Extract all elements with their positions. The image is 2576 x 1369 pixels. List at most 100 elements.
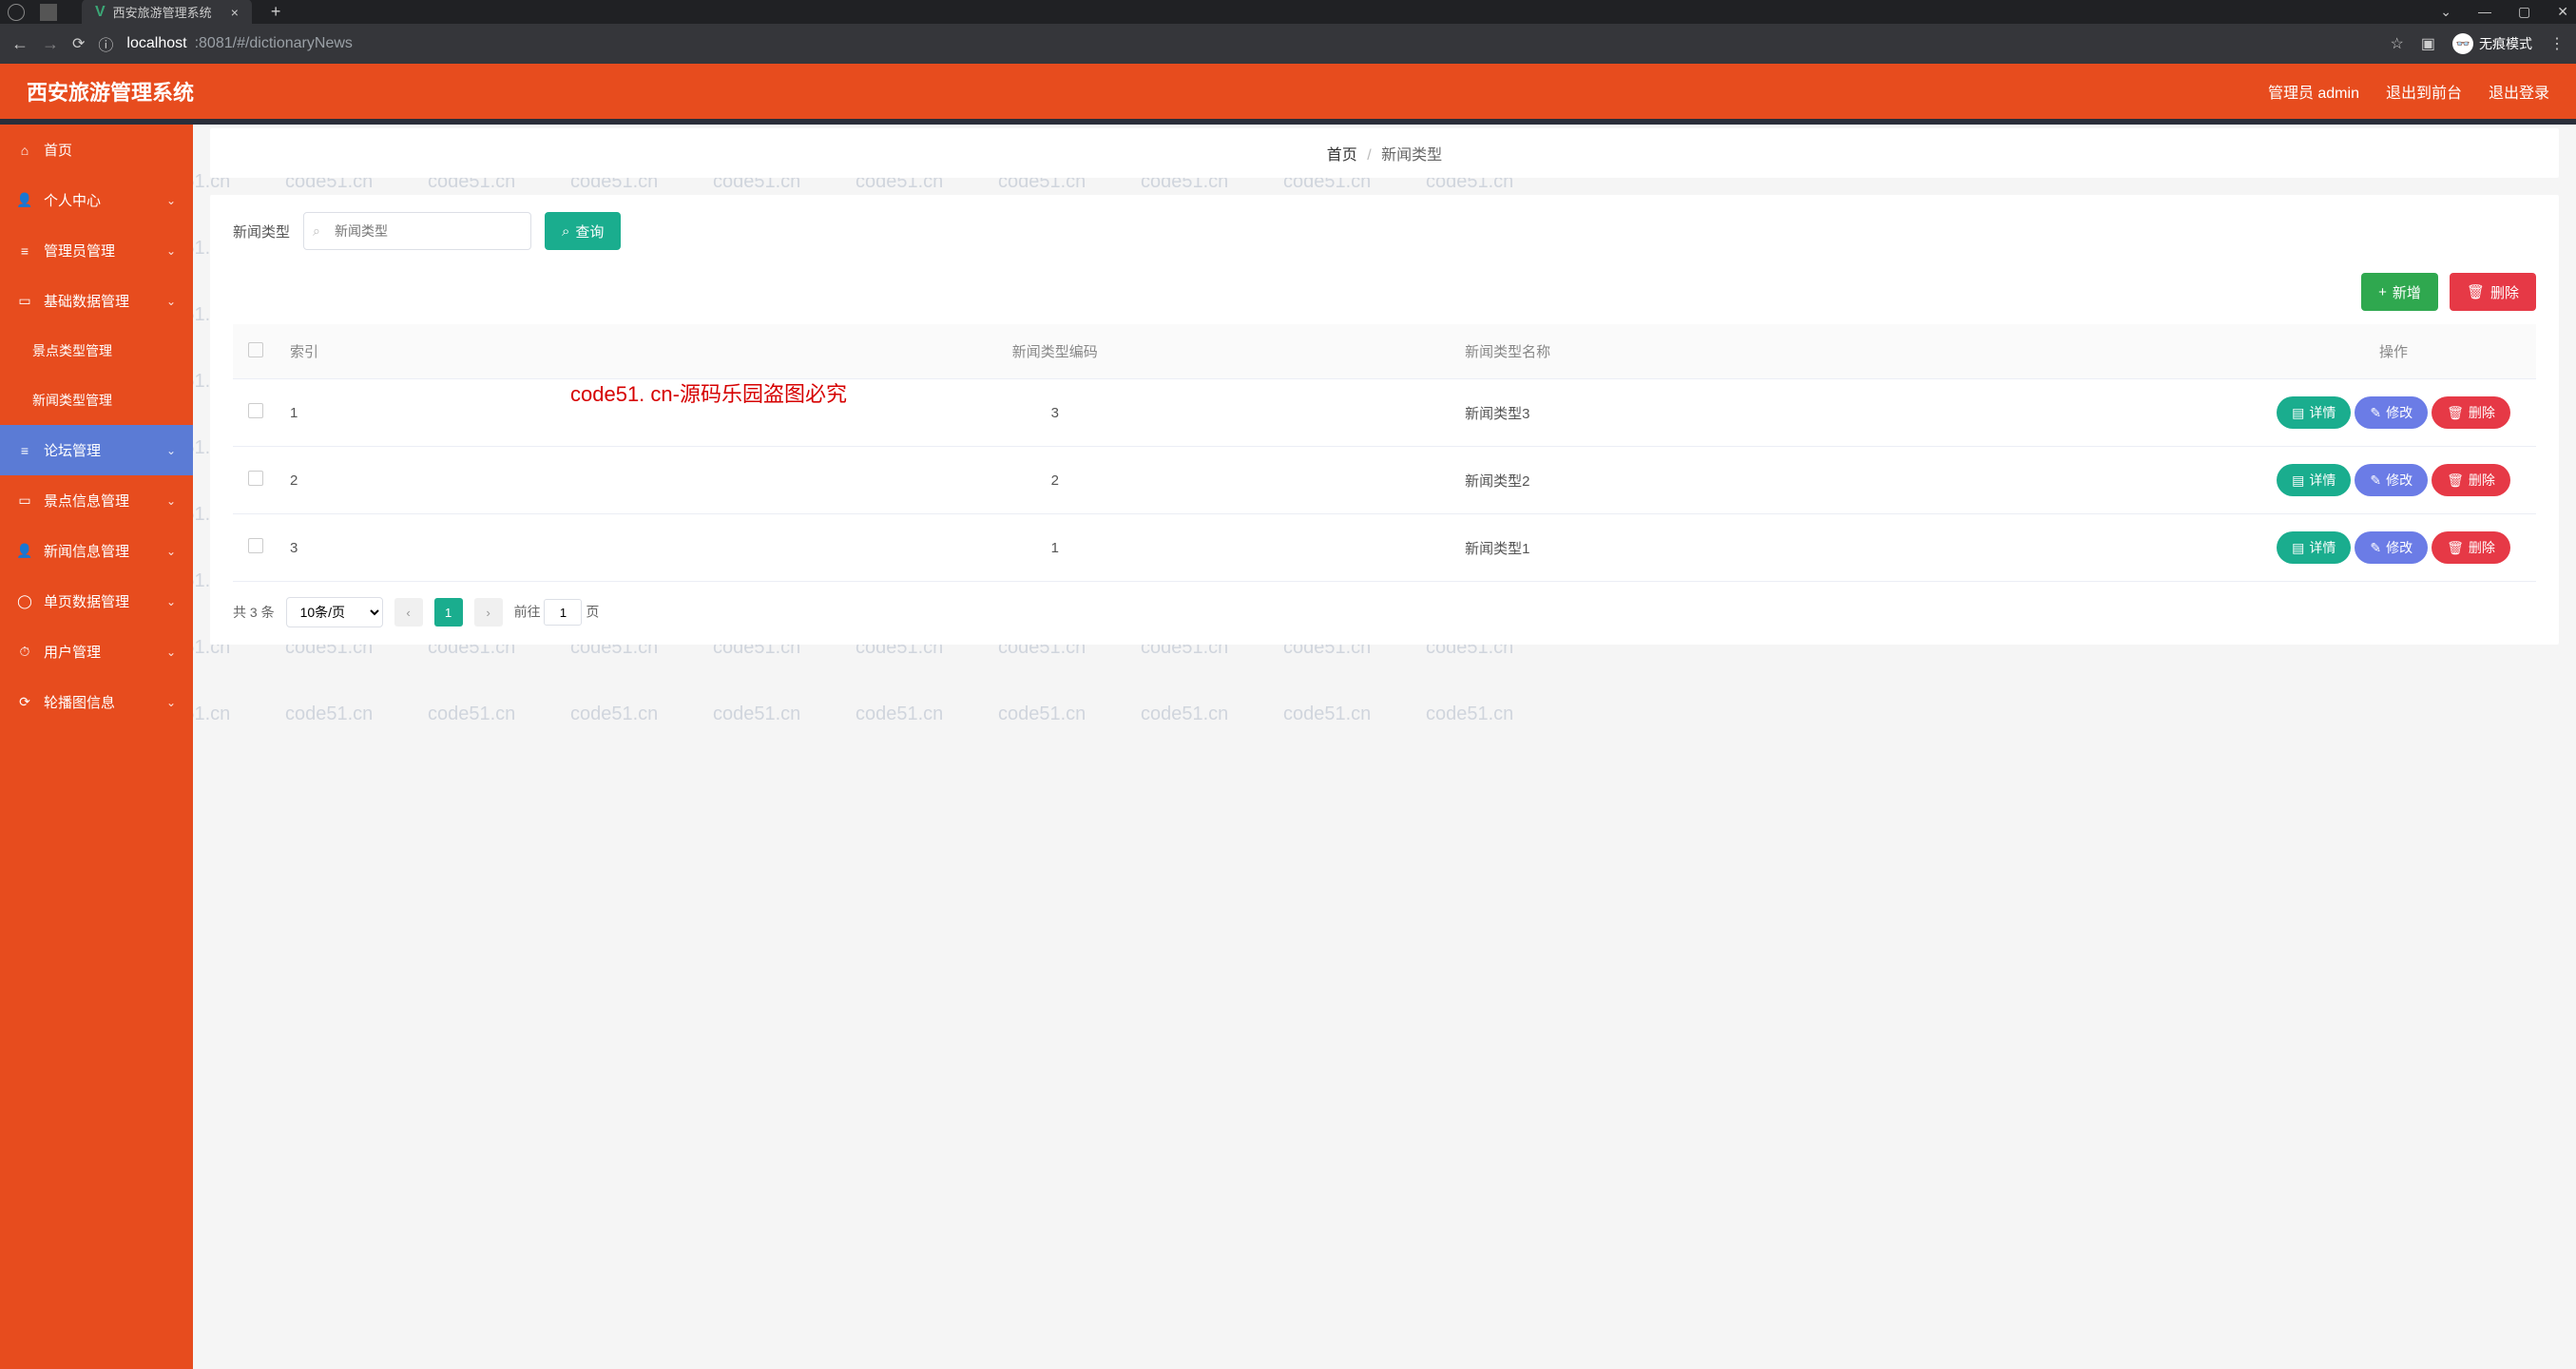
active-tab[interactable]: V 西安旅游管理系统 ×	[82, 0, 252, 25]
sidebar-sub-item[interactable]: 景点类型管理	[0, 326, 193, 376]
cell-index: 1	[279, 379, 656, 447]
site-info-icon[interactable]: ⓘ	[98, 32, 113, 55]
sidebar-item[interactable]: ⌂ 首页	[0, 125, 193, 175]
row-delete-button[interactable]: 🗑 删除	[2432, 464, 2510, 496]
chevron-down-icon: ⌄	[166, 444, 176, 457]
tab-title: 西安旅游管理系统	[113, 3, 212, 21]
reload-icon[interactable]: ⟳	[72, 34, 85, 53]
pager-goto-input[interactable]	[544, 599, 582, 626]
sidebar-item[interactable]: ▭景点信息管理⌄	[0, 475, 193, 526]
close-tab-icon[interactable]: ×	[231, 5, 239, 20]
row-detail-button[interactable]: ▤ 详情	[2277, 396, 2351, 429]
chevron-down-icon: ⌄	[166, 494, 176, 508]
window-close-icon[interactable]: ✕	[2557, 4, 2568, 20]
pager-next-button[interactable]: ›	[474, 598, 503, 627]
search-label: 新闻类型	[233, 222, 290, 241]
sidebar-item-label: 单页数据管理	[44, 591, 129, 611]
query-button[interactable]: ⌕ 查询	[545, 212, 621, 250]
address-bar: ← → ⟳ ⓘ localhost:8081/#/dictionaryNews …	[0, 24, 2576, 64]
url-box[interactable]: localhost:8081/#/dictionaryNews	[126, 35, 2376, 52]
table-row: 22新闻类型2▤ 详情✎ 修改🗑 删除	[233, 447, 2536, 514]
menu-icon: ⌂	[17, 143, 32, 158]
row-checkbox[interactable]	[248, 471, 263, 486]
menu-icon: ▭	[17, 294, 32, 309]
add-button[interactable]: + 新增	[2361, 273, 2438, 311]
pager-prev-button[interactable]: ‹	[394, 598, 423, 627]
select-all-checkbox[interactable]	[248, 342, 263, 357]
sidebar-item[interactable]: 👤个人中心⌄	[0, 175, 193, 225]
cell-index: 2	[279, 447, 656, 514]
sidebar-item-label: 新闻信息管理	[44, 541, 129, 561]
chevron-down-icon: ⌄	[166, 646, 176, 659]
sidebar: ⌂ 首页 👤个人中心⌄≡管理员管理⌄ ▭ 基础数据管理 ⌄ 景点类型管理新闻类型管理 ≡ 论坛管…	[0, 125, 193, 1369]
incognito-label: 无痕模式	[2479, 34, 2532, 53]
col-code: 新闻类型编码	[656, 324, 1453, 379]
pager-page-1[interactable]: 1	[434, 598, 463, 627]
kebab-menu-icon[interactable]: ⋮	[2549, 34, 2565, 53]
row-detail-button[interactable]: ▤ 详情	[2277, 531, 2351, 564]
logout-link[interactable]: 退出登录	[2489, 80, 2549, 103]
back-icon[interactable]: ←	[11, 34, 29, 54]
search-row: 新闻类型 ⌕ ⌕ 查询	[233, 212, 2536, 250]
sidebar-sub-item[interactable]: 新闻类型管理	[0, 376, 193, 425]
row-delete-button[interactable]: 🗑 删除	[2432, 396, 2510, 429]
page-size-select[interactable]: 10条/页	[286, 597, 383, 627]
sidebar-item[interactable]: ⟳轮播图信息⌄	[0, 677, 193, 727]
row-checkbox[interactable]	[248, 403, 263, 418]
table-row: 31新闻类型1▤ 详情✎ 修改🗑 删除	[233, 514, 2536, 582]
new-tab-icon[interactable]: +	[271, 2, 281, 22]
search-input[interactable]	[303, 212, 531, 250]
current-user[interactable]: 管理员 admin	[2268, 80, 2359, 103]
row-checkbox[interactable]	[248, 538, 263, 553]
url-host: localhost	[126, 35, 186, 52]
bulk-delete-label: 删除	[2490, 282, 2519, 302]
sidebar-item-label: 轮播图信息	[44, 692, 115, 712]
sidebar-sub-label: 新闻类型管理	[32, 391, 112, 410]
sidebar-item-label: 管理员管理	[44, 241, 115, 260]
menu-icon: ⏱	[17, 645, 32, 660]
sidebar-item-label: 首页	[44, 140, 72, 160]
browser-tab-strip: V 西安旅游管理系统 × + ⌄ — ▢ ✕	[0, 0, 2576, 24]
trash-icon: 🗑	[2467, 283, 2485, 300]
sidebar-item[interactable]: ▭基础数据管理⌄	[0, 276, 193, 326]
logout-to-front-link[interactable]: 退出到前台	[2386, 80, 2462, 103]
cell-ops: ▤ 详情✎ 修改🗑 删除	[2251, 514, 2536, 582]
extensions-icon[interactable]: ▣	[2421, 34, 2435, 53]
breadcrumb-root[interactable]: 首页	[1327, 147, 1357, 164]
sidebar-item-label: 基础数据管理	[44, 291, 129, 311]
sidebar-item[interactable]: ≡管理员管理⌄	[0, 225, 193, 276]
doc-icon: ▤	[2292, 472, 2304, 489]
cell-index: 3	[279, 514, 656, 582]
row-delete-button[interactable]: 🗑 删除	[2432, 531, 2510, 564]
col-index: 索引	[279, 324, 656, 379]
sidebar-item[interactable]: ⏱ 用户管理 ⌄	[0, 627, 193, 677]
forward-icon[interactable]: →	[42, 34, 59, 54]
row-edit-button[interactable]: ✎ 修改	[2355, 531, 2428, 564]
window-dropdown-icon[interactable]: ⌄	[2440, 4, 2451, 20]
sidebar-item[interactable]: ≡ 论坛管理 ⌄	[0, 425, 193, 475]
chevron-down-icon: ⌄	[166, 545, 176, 558]
row-edit-button[interactable]: ✎ 修改	[2355, 464, 2428, 496]
window-minimize-icon[interactable]: —	[2478, 4, 2491, 20]
chevron-down-icon: ⌄	[166, 696, 176, 709]
sidebar-item-label: 论坛管理	[44, 440, 101, 460]
sidebar-item[interactable]: 👤新闻信息管理⌄	[0, 526, 193, 576]
sidebar-item-label: 用户管理	[44, 642, 101, 662]
row-detail-button[interactable]: ▤ 详情	[2277, 464, 2351, 496]
content-panel: 新闻类型 ⌕ ⌕ 查询 + 新增 🗑 删除	[210, 195, 2559, 645]
bulk-delete-button[interactable]: 🗑 删除	[2450, 273, 2536, 311]
incognito-icon: 👓	[2452, 33, 2473, 54]
incognito-badge[interactable]: 👓 无痕模式	[2452, 33, 2532, 54]
cell-name: 新闻类型1	[1453, 514, 2251, 582]
edit-icon: ✎	[2370, 405, 2381, 421]
menu-icon: ≡	[17, 443, 32, 458]
cell-ops: ▤ 详情✎ 修改🗑 删除	[2251, 379, 2536, 447]
table-header-row: 索引 新闻类型编码 新闻类型名称 操作	[233, 324, 2536, 379]
window-maximize-icon[interactable]: ▢	[2518, 4, 2530, 20]
table-row: 13新闻类型3▤ 详情✎ 修改🗑 删除	[233, 379, 2536, 447]
sidebar-item[interactable]: ◯单页数据管理⌄	[0, 576, 193, 627]
cell-ops: ▤ 详情✎ 修改🗑 删除	[2251, 447, 2536, 514]
breadcrumb: 首页 / 新闻类型	[210, 128, 2559, 178]
bookmark-star-icon[interactable]: ☆	[2391, 34, 2404, 53]
row-edit-button[interactable]: ✎ 修改	[2355, 396, 2428, 429]
